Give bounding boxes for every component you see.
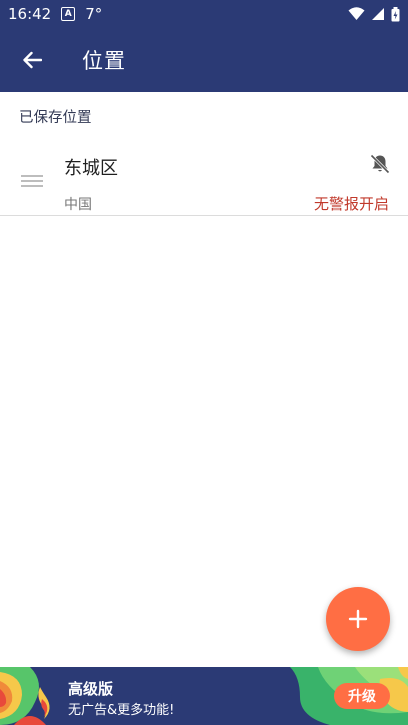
location-item[interactable]: 东城区 中国 无警报开启 [0, 138, 408, 216]
status-right [348, 6, 400, 22]
arrow-left-icon [23, 51, 42, 69]
signal-icon [372, 8, 384, 20]
location-name: 东城区 [64, 158, 118, 179]
saved-locations-header: 已保存位置 [19, 110, 92, 126]
plus-icon [348, 609, 368, 629]
location-country: 中国 [64, 197, 92, 213]
add-location-button[interactable] [326, 587, 390, 651]
wifi-icon [348, 7, 365, 20]
premium-banner[interactable]: 高级版 无广告&更多功能! 升级 [0, 667, 408, 725]
back-button[interactable] [0, 28, 64, 92]
alert-status: 无警报开启 [313, 195, 389, 213]
status-left: 16:42 A 7° [8, 5, 102, 23]
app-bar: 位置 [0, 28, 408, 92]
battery-icon [391, 6, 400, 21]
status-time: 16:42 [8, 5, 52, 23]
upgrade-button[interactable]: 升级 [334, 683, 390, 709]
notification-a-icon: A [61, 7, 76, 21]
bell-off-icon[interactable] [368, 152, 392, 176]
drag-handle-icon[interactable] [21, 175, 43, 187]
status-bar: 16:42 A 7° [0, 0, 408, 28]
temperature: 7° [85, 5, 103, 23]
banner-subtitle: 无广告&更多功能! [68, 703, 175, 718]
banner-title: 高级版 [68, 680, 114, 698]
page-title: 位置 [82, 49, 126, 73]
